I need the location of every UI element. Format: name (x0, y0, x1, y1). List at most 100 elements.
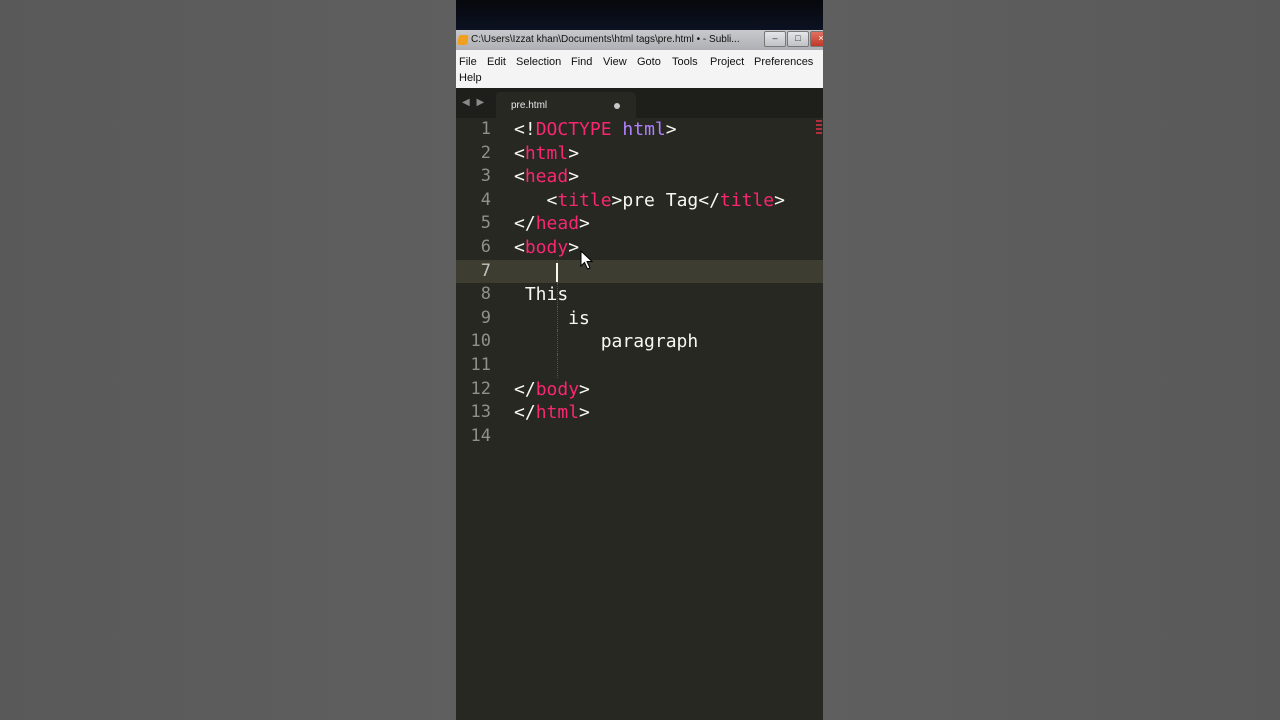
code-token: </ (514, 378, 536, 400)
menu-edit[interactable]: Edit (487, 56, 506, 68)
code-text: <html> (514, 142, 579, 166)
minimap[interactable] (816, 120, 822, 144)
mouse-pointer-icon (580, 250, 594, 270)
code-token: > (579, 378, 590, 400)
unsaved-dot-icon[interactable] (614, 103, 620, 109)
tab-nav-arrows-icon[interactable]: ◀ ▶ (462, 97, 486, 108)
code-token: < (514, 189, 558, 211)
code-token: < (514, 142, 525, 164)
code-line[interactable]: 12 </body> (456, 378, 823, 402)
code-token: body (524, 237, 569, 258)
code-text: </head> (514, 212, 590, 236)
code-line[interactable]: 1 <!DOCTYPE html> (456, 118, 823, 142)
code-token: > (568, 237, 580, 258)
menu-tools[interactable]: Tools (672, 56, 698, 68)
indent-guide (557, 330, 558, 354)
code-token: > (579, 213, 590, 235)
gutter: 9 (456, 307, 509, 331)
code-token: body (535, 378, 580, 400)
code-token: This (514, 284, 569, 306)
code-token: paragraph (514, 331, 699, 353)
code-token: < (514, 166, 525, 188)
menu-file[interactable]: File (459, 56, 477, 68)
menu-help[interactable]: Help (459, 72, 482, 84)
code-token: head (535, 213, 580, 235)
code-text: This (514, 283, 568, 307)
sublime-window: C:\Users\Izzat khan\Documents\html tags\… (456, 0, 823, 720)
gutter: 7 (456, 259, 509, 284)
code-token: > (568, 166, 580, 188)
line-number: 1 (480, 119, 491, 139)
gutter: 5 (456, 212, 509, 236)
menu-selection[interactable]: Selection (516, 56, 561, 68)
gutter: 2 (456, 142, 509, 166)
top-strip (456, 0, 823, 30)
code-text: </body> (514, 378, 590, 402)
gutter: 11 (456, 354, 509, 378)
code-line[interactable]: 9 is (456, 306, 823, 331)
code-line[interactable]: 7 (456, 259, 823, 284)
code-token: >pre Tag</ (611, 189, 720, 211)
code-text: <title>pre Tag</title> (514, 189, 785, 213)
indent-guide (557, 306, 558, 331)
code-token: </ (514, 402, 536, 424)
gutter: 14 (456, 425, 509, 449)
code-line[interactable]: 5 </head> (456, 212, 823, 236)
menu-view[interactable]: View (603, 56, 627, 68)
code-token: title (719, 189, 775, 211)
title-bar[interactable]: C:\Users\Izzat khan\Documents\html tags\… (456, 30, 823, 50)
gutter: 12 (456, 378, 509, 402)
code-token: is (514, 307, 590, 329)
code-line[interactable]: 4 <title>pre Tag</title> (456, 189, 823, 213)
code-token: html (535, 402, 580, 424)
code-line[interactable]: 6 <body> (456, 236, 823, 260)
code-token: <! (514, 119, 536, 140)
code-text: is (514, 307, 590, 331)
code-token: > (568, 142, 580, 164)
line-number: 6 (480, 237, 491, 257)
code-token: < (514, 237, 525, 258)
tab-pre-html[interactable]: pre.html (496, 92, 636, 118)
code-token: > (774, 189, 785, 211)
window-title: C:\Users\Izzat khan\Documents\html tags\… (471, 34, 740, 45)
code-token: title (557, 189, 612, 211)
gutter: 1 (456, 118, 509, 142)
code-token: DOCTYPE (535, 119, 612, 140)
close-icon[interactable]: × (810, 31, 823, 47)
gutter: 13 (456, 401, 509, 425)
code-token: > (665, 119, 677, 140)
code-editor[interactable]: 1 <!DOCTYPE html> 2 <html> 3 <head> 4 <title>p… (456, 118, 823, 720)
menu-project[interactable]: Project (710, 56, 744, 68)
line-number: 2 (480, 142, 491, 163)
tab-label: pre.html (511, 100, 548, 111)
code-text: </html> (514, 401, 590, 425)
menu-find[interactable]: Find (571, 56, 592, 68)
gutter: 4 (456, 189, 509, 213)
maximize-icon[interactable]: □ (787, 31, 809, 47)
line-number: 7 (480, 260, 491, 281)
code-line[interactable]: 10 paragraph (456, 330, 823, 354)
line-number: 5 (480, 213, 491, 234)
menu-goto[interactable]: Goto (637, 56, 661, 68)
code-line[interactable]: 13 </html> (456, 401, 823, 425)
tab-bar: ◀ ▶ pre.html (456, 88, 823, 118)
code-line[interactable]: 11 (456, 354, 823, 378)
code-line[interactable]: 8 This (456, 283, 823, 307)
background-right (823, 0, 1280, 720)
code-token: html (622, 119, 666, 140)
code-token: html (524, 142, 569, 164)
code-line[interactable]: 2 <html> (456, 142, 823, 166)
gutter: 8 (456, 283, 509, 307)
line-number: 8 (480, 284, 491, 305)
minimize-icon[interactable]: – (764, 31, 786, 47)
code-text: <body> (514, 236, 579, 260)
code-line[interactable]: 3 <head> (456, 165, 823, 189)
indent-guide (557, 354, 558, 378)
code-text: <!DOCTYPE html> (514, 118, 677, 142)
background-left (0, 0, 456, 720)
menu-preferences[interactable]: Preferences (754, 56, 813, 68)
gutter: 3 (456, 165, 509, 189)
code-line[interactable]: 14 (456, 425, 823, 449)
line-number: 3 (480, 166, 491, 187)
